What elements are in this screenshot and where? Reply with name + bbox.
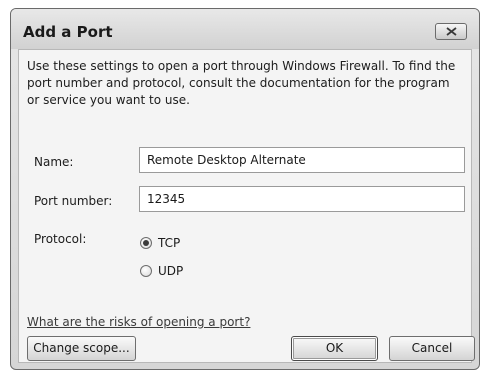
ok-button[interactable]: OK	[291, 336, 378, 361]
close-button[interactable]	[435, 23, 467, 40]
dialog-title: Add a Port	[23, 23, 113, 41]
tcp-radio[interactable]	[140, 237, 152, 249]
radio-selected-dot	[143, 240, 149, 246]
cancel-button[interactable]: Cancel	[389, 336, 475, 361]
name-field[interactable]: Remote Desktop Alternate	[139, 147, 465, 173]
add-port-dialog: Add a Port Use these settings to open a …	[10, 8, 480, 370]
change-scope-button[interactable]: Change scope...	[27, 336, 136, 361]
name-label: Name:	[34, 155, 74, 169]
udp-radio[interactable]	[140, 265, 152, 277]
udp-label: UDP	[158, 264, 184, 278]
protocol-label: Protocol:	[34, 232, 87, 246]
dialog-content: Use these settings to open a port throug…	[18, 49, 472, 363]
risks-link[interactable]: What are the risks of opening a port?	[27, 315, 250, 329]
tcp-label: TCP	[158, 236, 181, 250]
port-number-label: Port number:	[34, 194, 113, 208]
close-icon	[446, 27, 457, 36]
port-number-field[interactable]: 12345	[139, 186, 465, 212]
description-text: Use these settings to open a port throug…	[27, 59, 456, 107]
title-bar: Add a Port	[11, 9, 479, 49]
